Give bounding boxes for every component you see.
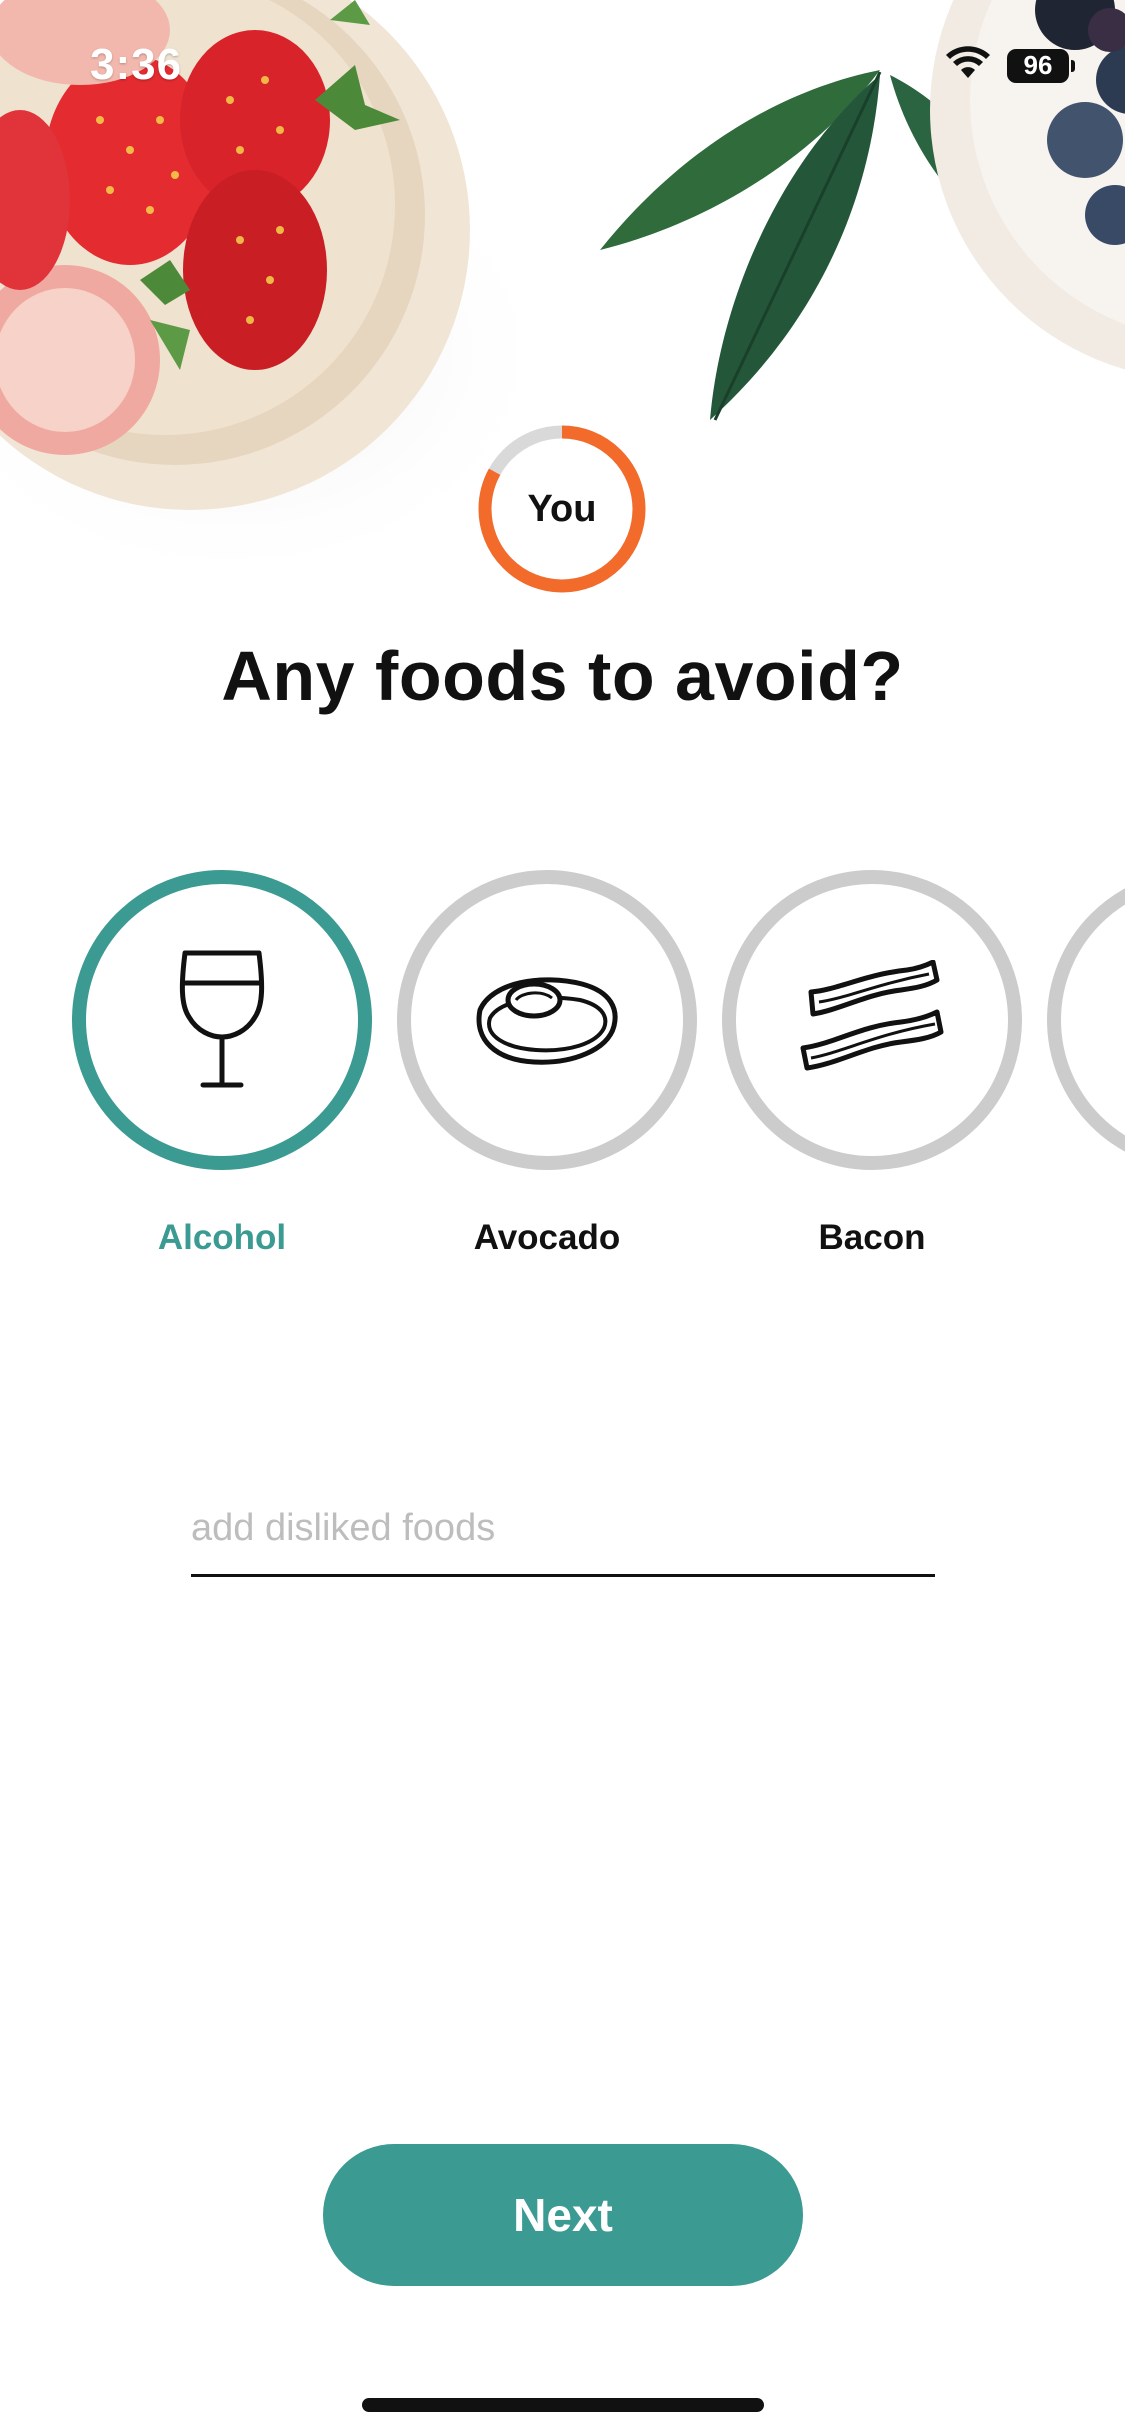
battery-level: 96	[1023, 50, 1053, 80]
food-option-avocado[interactable]: Avocado	[397, 870, 697, 1270]
wifi-icon	[945, 46, 991, 85]
progress-label: You	[527, 487, 597, 530]
next-button[interactable]: Next	[323, 2144, 803, 2286]
status-icons: 96	[945, 46, 1075, 85]
food-option-alcohol[interactable]: Alcohol	[72, 870, 372, 1270]
food-options-carousel[interactable]: Alcohol Avocado Bacon	[0, 870, 1125, 1270]
status-time: 3:36	[90, 40, 183, 89]
food-option-circle[interactable]	[397, 870, 697, 1170]
food-option-circle[interactable]	[72, 870, 372, 1170]
page-title: Any foods to avoid?	[221, 637, 904, 715]
avocado-icon	[476, 977, 618, 1065]
onboarding-screen: 3:36 96 You Any foods to avoid? Alcohol …	[0, 0, 1125, 2436]
food-option-label: Alcohol	[157, 1218, 287, 1257]
food-option-bacon[interactable]: Bacon	[722, 870, 1022, 1270]
wine-glass-icon	[179, 950, 265, 1088]
food-option-label: Avocado	[473, 1218, 621, 1257]
food-option-next-partial[interactable]	[1047, 870, 1125, 1270]
home-indicator[interactable]	[362, 2398, 764, 2412]
food-option-circle[interactable]	[1047, 870, 1125, 1170]
disliked-foods-input[interactable]	[191, 1494, 935, 1577]
battery-icon: 96	[1007, 48, 1075, 83]
food-option-circle[interactable]	[722, 870, 1022, 1170]
food-option-label: Bacon	[818, 1218, 926, 1257]
bacon-icon	[800, 960, 944, 1071]
